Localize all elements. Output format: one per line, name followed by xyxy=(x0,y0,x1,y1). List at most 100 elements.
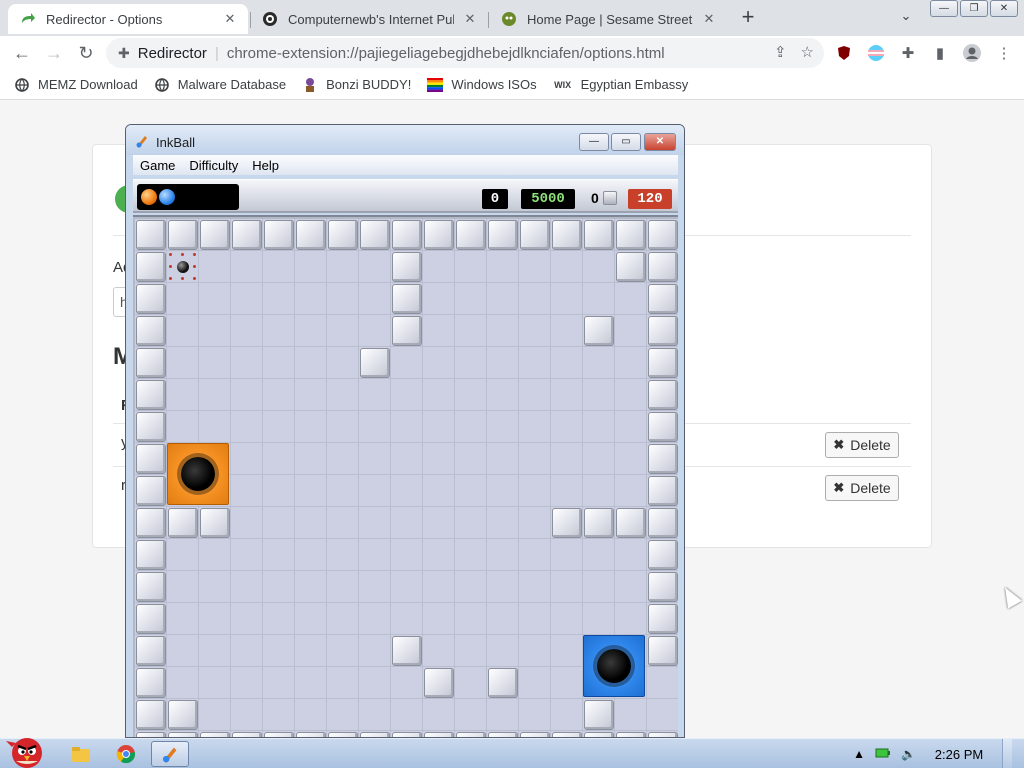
board-cell[interactable] xyxy=(199,379,231,411)
menu-difficulty[interactable]: Difficulty xyxy=(182,158,245,173)
board-cell[interactable] xyxy=(519,507,551,539)
board-cell[interactable] xyxy=(263,347,295,379)
reload-button[interactable]: ↻ xyxy=(70,37,102,69)
game-board[interactable] xyxy=(133,215,678,737)
board-cell[interactable] xyxy=(167,315,199,347)
board-cell[interactable] xyxy=(263,475,295,507)
board-cell[interactable] xyxy=(615,603,647,635)
board-cell[interactable] xyxy=(551,411,583,443)
board-cell[interactable] xyxy=(391,699,423,731)
board-cell[interactable] xyxy=(263,667,295,699)
board-cell[interactable] xyxy=(583,347,615,379)
board-cell[interactable] xyxy=(231,475,263,507)
board-cell[interactable] xyxy=(391,667,423,699)
board-cell[interactable] xyxy=(199,699,231,731)
board-cell[interactable] xyxy=(327,347,359,379)
board-cell[interactable] xyxy=(423,603,455,635)
puzzle-icon[interactable]: ✚ xyxy=(896,38,920,68)
board-cell[interactable] xyxy=(455,443,487,475)
profile-icon[interactable] xyxy=(960,38,984,68)
board-cell[interactable] xyxy=(199,635,231,667)
board-cell[interactable] xyxy=(167,379,199,411)
board-cell[interactable] xyxy=(615,315,647,347)
board-cell[interactable] xyxy=(327,635,359,667)
board-cell[interactable] xyxy=(615,347,647,379)
board-cell[interactable] xyxy=(391,603,423,635)
board-cell[interactable] xyxy=(199,539,231,571)
close-icon[interactable]: ✕ xyxy=(701,11,717,27)
board-cell[interactable] xyxy=(327,379,359,411)
tab-sesame[interactable]: Home Page | Sesame Street | F ✕ xyxy=(489,4,727,34)
board-cell[interactable] xyxy=(487,475,519,507)
board-cell[interactable] xyxy=(263,699,295,731)
board-cell[interactable] xyxy=(327,283,359,315)
board-cell[interactable] xyxy=(551,571,583,603)
volume-icon[interactable]: 🔈 xyxy=(901,747,916,761)
board-cell[interactable] xyxy=(455,283,487,315)
board-cell[interactable] xyxy=(391,443,423,475)
board-cell[interactable] xyxy=(167,603,199,635)
board-cell[interactable] xyxy=(231,571,263,603)
start-button[interactable] xyxy=(2,731,52,768)
board-cell[interactable] xyxy=(295,699,327,731)
bookmark-bonzi[interactable]: Bonzi BUDDY! xyxy=(302,77,411,93)
board-cell[interactable] xyxy=(295,603,327,635)
board-cell[interactable] xyxy=(487,635,519,667)
board-cell[interactable] xyxy=(455,379,487,411)
board-cell[interactable] xyxy=(583,443,615,475)
board-cell[interactable] xyxy=(231,635,263,667)
board-cell[interactable] xyxy=(551,475,583,507)
share-icon[interactable]: ⇪ xyxy=(774,43,787,61)
board-cell[interactable] xyxy=(583,571,615,603)
taskbar-explorer[interactable] xyxy=(62,741,100,767)
board-cell[interactable] xyxy=(263,379,295,411)
board-cell[interactable] xyxy=(551,667,583,699)
board-cell[interactable] xyxy=(455,667,487,699)
board-cell[interactable] xyxy=(391,475,423,507)
board-cell[interactable] xyxy=(583,379,615,411)
board-cell[interactable] xyxy=(551,699,583,731)
board-cell[interactable] xyxy=(487,539,519,571)
board-cell[interactable] xyxy=(519,251,551,283)
board-cell[interactable] xyxy=(423,571,455,603)
board-cell[interactable] xyxy=(295,539,327,571)
board-cell[interactable] xyxy=(519,411,551,443)
board-cell[interactable] xyxy=(167,667,199,699)
trans-flag-icon[interactable] xyxy=(864,38,888,68)
board-cell[interactable] xyxy=(487,283,519,315)
board-cell[interactable] xyxy=(423,475,455,507)
board-cell[interactable] xyxy=(359,539,391,571)
board-cell[interactable] xyxy=(423,411,455,443)
board-cell[interactable] xyxy=(551,347,583,379)
board-cell[interactable] xyxy=(263,315,295,347)
chevron-down-icon[interactable]: ⌄ xyxy=(896,8,916,28)
bookmark-egyptian-embassy[interactable]: WIX Egyptian Embassy xyxy=(553,77,688,93)
star-icon[interactable]: ☆ xyxy=(801,43,814,61)
board-cell[interactable] xyxy=(327,411,359,443)
close-icon[interactable]: ✕ xyxy=(222,11,238,27)
show-desktop-button[interactable] xyxy=(1002,739,1012,768)
board-cell[interactable] xyxy=(295,283,327,315)
board-cell[interactable] xyxy=(263,411,295,443)
board-cell[interactable] xyxy=(423,443,455,475)
board-cell[interactable] xyxy=(487,571,519,603)
board-cell[interactable] xyxy=(583,411,615,443)
board-cell[interactable] xyxy=(519,571,551,603)
board-cell[interactable] xyxy=(391,507,423,539)
board-cell[interactable] xyxy=(199,347,231,379)
board-cell[interactable] xyxy=(455,539,487,571)
board-cell[interactable] xyxy=(231,347,263,379)
side-panel-icon[interactable]: ▮ xyxy=(928,38,952,68)
board-cell[interactable] xyxy=(199,411,231,443)
close-button[interactable]: ✕ xyxy=(990,0,1018,17)
board-cell[interactable] xyxy=(295,347,327,379)
board-cell[interactable] xyxy=(199,571,231,603)
board-cell[interactable] xyxy=(359,667,391,699)
inkball-close-button[interactable]: ✕ xyxy=(644,133,676,151)
board-cell[interactable] xyxy=(455,411,487,443)
board-cell[interactable] xyxy=(583,603,615,635)
taskbar-inkball[interactable] xyxy=(151,741,189,767)
board-cell[interactable] xyxy=(231,667,263,699)
board-cell[interactable] xyxy=(231,539,263,571)
inkball-maximize-button[interactable]: ▭ xyxy=(611,133,641,151)
